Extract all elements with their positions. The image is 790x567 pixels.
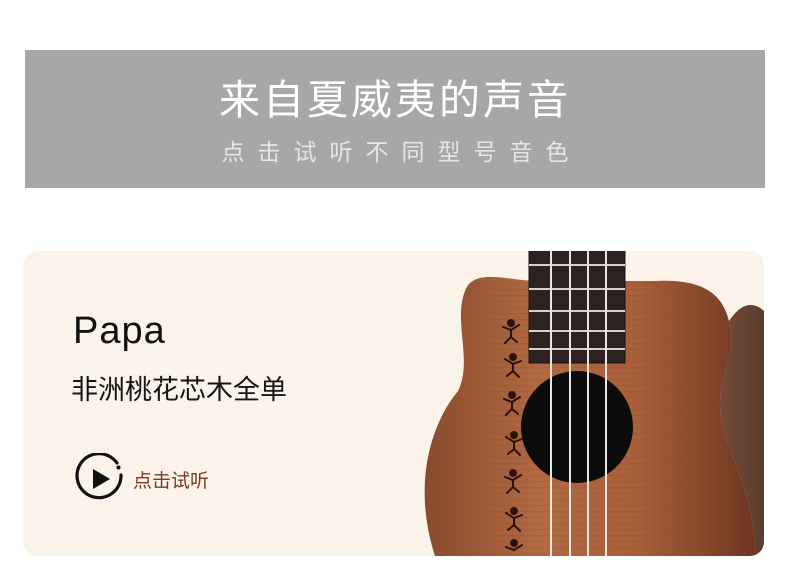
page: 来自夏威夷的声音 点击试听不同型号音色 Papa 非洲桃花芯木全单 点击试听	[0, 0, 790, 567]
product-description: 非洲桃花芯木全单	[71, 375, 287, 406]
product-card: Papa 非洲桃花芯木全单 点击试听	[23, 251, 764, 556]
ukulele-image	[424, 251, 764, 556]
listen-label: 点击试听	[133, 469, 210, 492]
listen-button[interactable]: 点击试听	[73, 453, 209, 505]
banner-subtitle: 点击试听不同型号音色	[221, 140, 582, 166]
play-circle-icon[interactable]	[73, 453, 125, 505]
product-name: Papa	[73, 310, 166, 352]
banner-title: 来自夏威夷的声音	[219, 76, 571, 124]
